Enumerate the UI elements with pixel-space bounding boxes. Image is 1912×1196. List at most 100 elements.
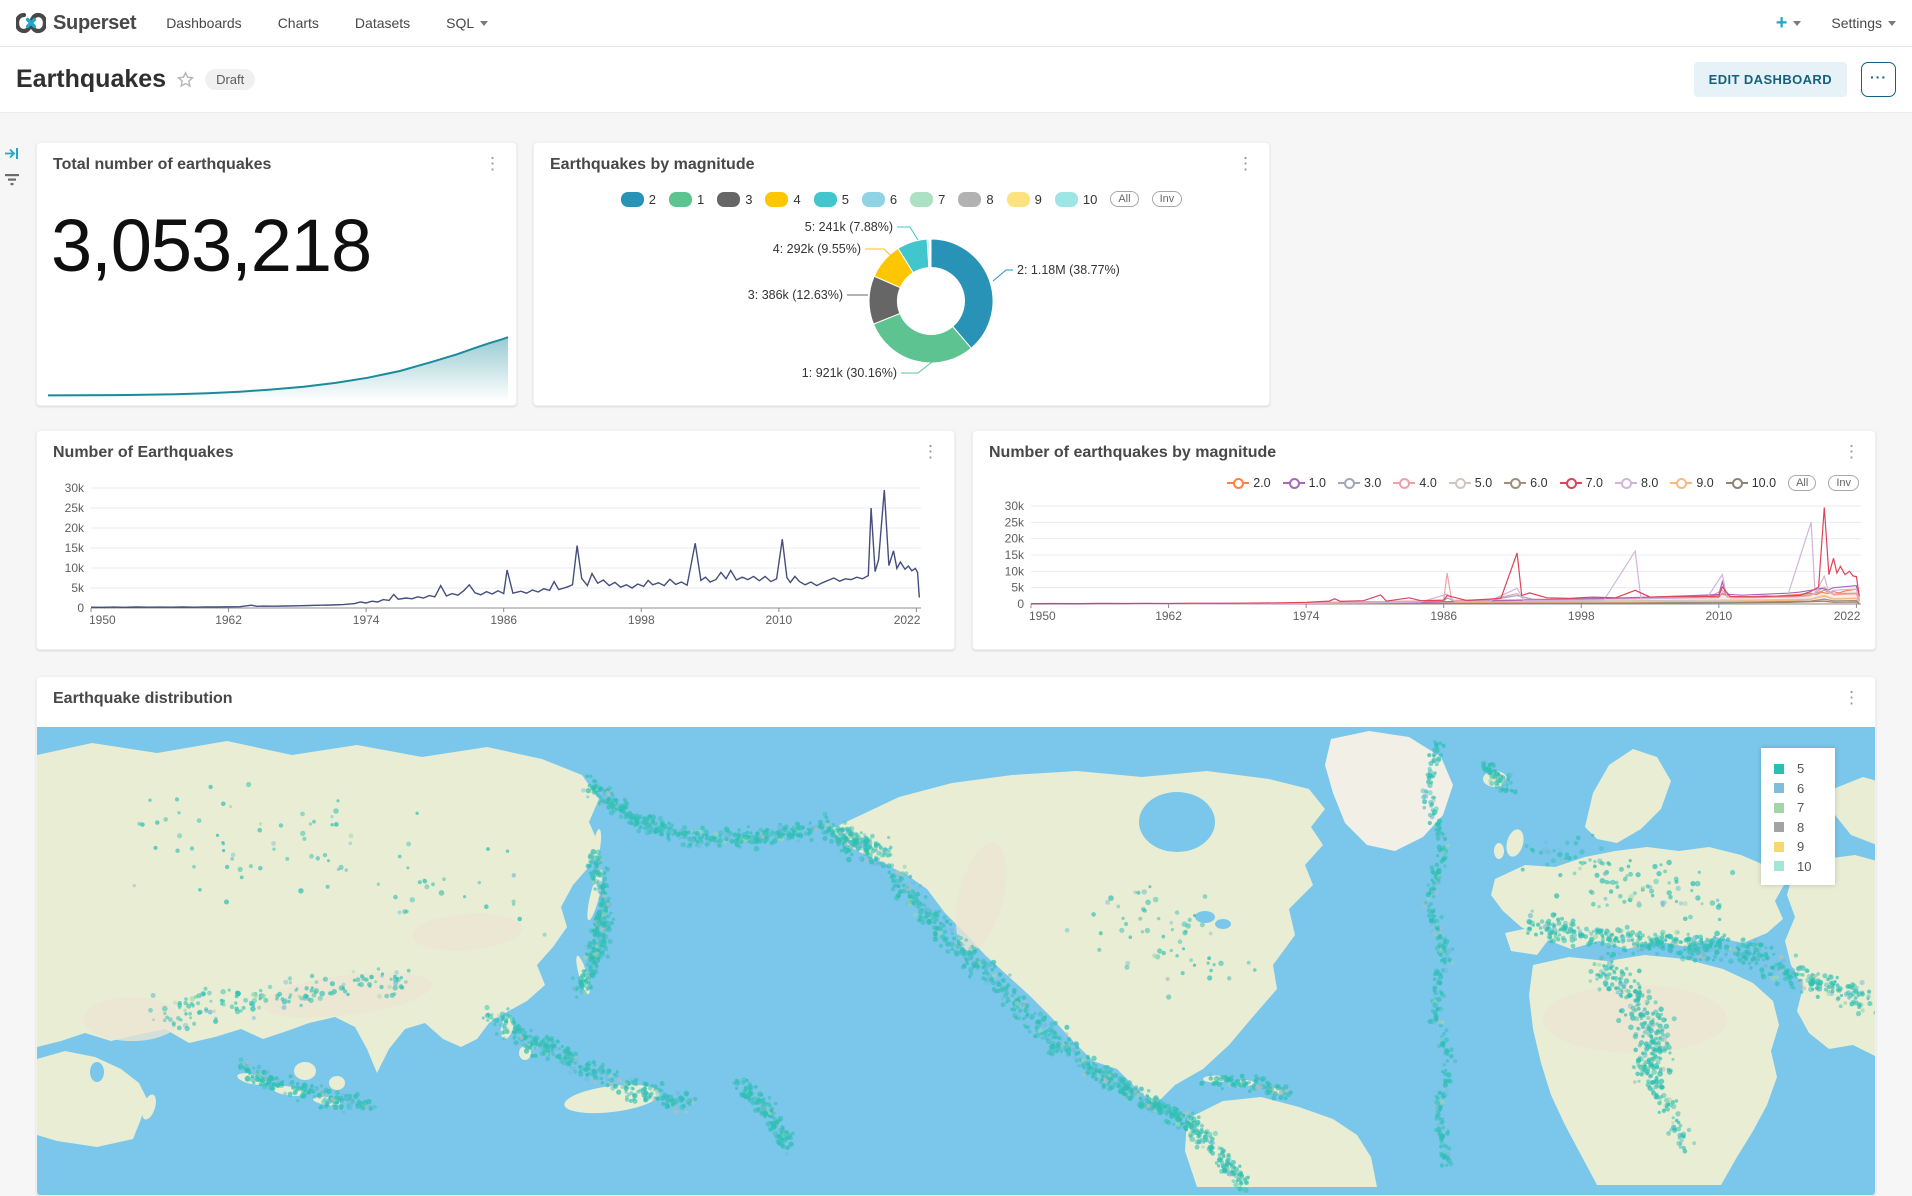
expand-filter-bar-icon[interactable] bbox=[4, 146, 20, 166]
great-lakes bbox=[1195, 911, 1215, 923]
chart-kebab-menu-icon[interactable]: ⋮ bbox=[915, 439, 946, 464]
pie-legend: 2 13 45 67 89 10 All Inv bbox=[534, 191, 1269, 207]
legend-swatch bbox=[1007, 192, 1030, 207]
x-tick-label: 2022 bbox=[1834, 609, 1861, 623]
legend-item-9.0[interactable]: 9.0 bbox=[1670, 476, 1713, 490]
map-legend-item-9: 9 bbox=[1774, 837, 1835, 857]
add-new-button[interactable]: + bbox=[1776, 13, 1802, 33]
x-tick-label: 2022 bbox=[894, 613, 921, 627]
legend-label: 4.0 bbox=[1419, 476, 1436, 490]
legend-swatch bbox=[814, 192, 837, 207]
x-tick-label: 1998 bbox=[628, 613, 655, 627]
chart-card-total-number: Total number of earthquakes ⋮ 3,053,218 bbox=[36, 142, 517, 406]
chevron-down-icon bbox=[1888, 21, 1896, 26]
legend-label: 8 bbox=[986, 192, 993, 207]
legend-label: 9.0 bbox=[1696, 476, 1713, 490]
x-tick-label: 2010 bbox=[1705, 609, 1732, 623]
x-tick-label: 1950 bbox=[89, 613, 116, 627]
legend-label: 5.0 bbox=[1475, 476, 1492, 490]
great-lakes bbox=[1215, 919, 1231, 929]
legend-item-7[interactable]: 7 bbox=[910, 192, 945, 207]
chart-kebab-menu-icon[interactable]: ⋮ bbox=[1836, 439, 1867, 464]
legend-item-10.0[interactable]: 10.0 bbox=[1726, 476, 1776, 490]
map-legend-swatch bbox=[1774, 783, 1784, 793]
legend-item-7.0[interactable]: 7.0 bbox=[1560, 476, 1603, 490]
legend-item-5.0[interactable]: 5.0 bbox=[1449, 476, 1492, 490]
island-sulawesi bbox=[329, 1076, 345, 1090]
legend-swatch bbox=[717, 192, 740, 207]
filter-list-icon[interactable] bbox=[4, 173, 20, 192]
legend-item-3[interactable]: 3 bbox=[717, 192, 752, 207]
legend-inv-button[interactable]: Inv bbox=[1152, 191, 1183, 207]
slice-callout-label: 5: 241k (7.88%) bbox=[805, 220, 893, 234]
legend-ring-icon bbox=[1283, 478, 1305, 489]
legend-all-button[interactable]: All bbox=[1110, 191, 1138, 207]
legend-item-10[interactable]: 10 bbox=[1055, 192, 1097, 207]
legend-item-8[interactable]: 8 bbox=[958, 192, 993, 207]
chart-kebab-menu-icon[interactable]: ⋮ bbox=[1230, 151, 1261, 176]
legend-item-1.0[interactable]: 1.0 bbox=[1283, 476, 1326, 490]
legend-inv-button[interactable]: Inv bbox=[1828, 475, 1859, 491]
map-legend-label: 9 bbox=[1797, 839, 1804, 854]
map-legend-item-10: 10 bbox=[1774, 857, 1835, 877]
legend-label: 6 bbox=[890, 192, 897, 207]
legend-label: 1.0 bbox=[1309, 476, 1326, 490]
settings-menu[interactable]: Settings bbox=[1831, 15, 1896, 31]
legend-item-4.0[interactable]: 4.0 bbox=[1393, 476, 1436, 490]
legend-item-6[interactable]: 6 bbox=[862, 192, 897, 207]
donut-slice-2[interactable] bbox=[931, 239, 993, 348]
chart-card-by-magnitude-lines: Number of earthquakes by magnitude ⋮ 2.0… bbox=[972, 430, 1876, 650]
legend-swatch bbox=[1055, 192, 1078, 207]
legend-label: 8.0 bbox=[1641, 476, 1658, 490]
superset-logo[interactable]: Superset bbox=[16, 10, 136, 36]
legend-swatch bbox=[621, 192, 644, 207]
dashboard-more-button[interactable]: ··· bbox=[1861, 62, 1896, 97]
plus-icon: + bbox=[1776, 13, 1788, 33]
island-borneo bbox=[294, 1062, 316, 1080]
nav-item-charts[interactable]: Charts bbox=[278, 15, 319, 31]
legend-ring-icon bbox=[1726, 478, 1748, 489]
legend-label: 2 bbox=[649, 192, 656, 207]
legend-label: 1 bbox=[697, 192, 704, 207]
brand-name: Superset bbox=[53, 12, 136, 35]
legend-label: 4 bbox=[793, 192, 800, 207]
favorite-star-icon[interactable] bbox=[177, 71, 194, 88]
legend-item-2[interactable]: 2 bbox=[621, 192, 656, 207]
y-tick-label: 15k bbox=[1005, 548, 1025, 562]
legend-swatch bbox=[862, 192, 885, 207]
legend-item-2.0[interactable]: 2.0 bbox=[1227, 476, 1270, 490]
settings-label: Settings bbox=[1831, 15, 1882, 31]
legend-item-6.0[interactable]: 6.0 bbox=[1504, 476, 1547, 490]
slice-callout-label: 1: 921k (30.16%) bbox=[802, 366, 897, 380]
donut-slice-1[interactable] bbox=[874, 314, 972, 363]
hudson-bay bbox=[1139, 792, 1215, 852]
edit-dashboard-button[interactable]: EDIT DASHBOARD bbox=[1694, 62, 1847, 97]
slice-callout-label: 3: 386k (12.63%) bbox=[748, 288, 843, 302]
legend-item-9[interactable]: 9 bbox=[1007, 192, 1042, 207]
y-tick-label: 10k bbox=[65, 561, 85, 575]
x-tick-label: 2010 bbox=[765, 613, 792, 627]
nav-item-datasets[interactable]: Datasets bbox=[355, 15, 410, 31]
legend-item-5[interactable]: 5 bbox=[814, 192, 849, 207]
legend-ring-icon bbox=[1560, 478, 1582, 489]
world-map[interactable] bbox=[37, 727, 1876, 1196]
legend-item-1[interactable]: 1 bbox=[669, 192, 704, 207]
legend-all-button[interactable]: All bbox=[1788, 475, 1816, 491]
map-legend-item-8: 8 bbox=[1774, 818, 1835, 838]
legend-ring-icon bbox=[1615, 478, 1637, 489]
chart-kebab-menu-icon[interactable]: ⋮ bbox=[1836, 685, 1867, 710]
nav-item-dashboards[interactable]: Dashboards bbox=[166, 15, 242, 31]
y-tick-label: 20k bbox=[65, 521, 85, 535]
legend-label: 7.0 bbox=[1586, 476, 1603, 490]
chart-card-number-of-earthquakes: Number of Earthquakes ⋮ 05k10k15k20k25k3… bbox=[36, 430, 955, 650]
legend-item-3.0[interactable]: 3.0 bbox=[1338, 476, 1381, 490]
legend-item-4[interactable]: 4 bbox=[765, 192, 800, 207]
callout-leader-line bbox=[897, 227, 918, 240]
y-tick-label: 25k bbox=[65, 501, 85, 515]
map-legend-label: 8 bbox=[1797, 820, 1804, 835]
legend-item-8.0[interactable]: 8.0 bbox=[1615, 476, 1658, 490]
multi-line-chart: 05k10k15k20k25k30k1950196219741986199820… bbox=[973, 491, 1877, 651]
chart-kebab-menu-icon[interactable]: ⋮ bbox=[477, 151, 508, 176]
nav-item-sql[interactable]: SQL bbox=[446, 15, 488, 31]
x-tick-label: 1962 bbox=[215, 613, 242, 627]
